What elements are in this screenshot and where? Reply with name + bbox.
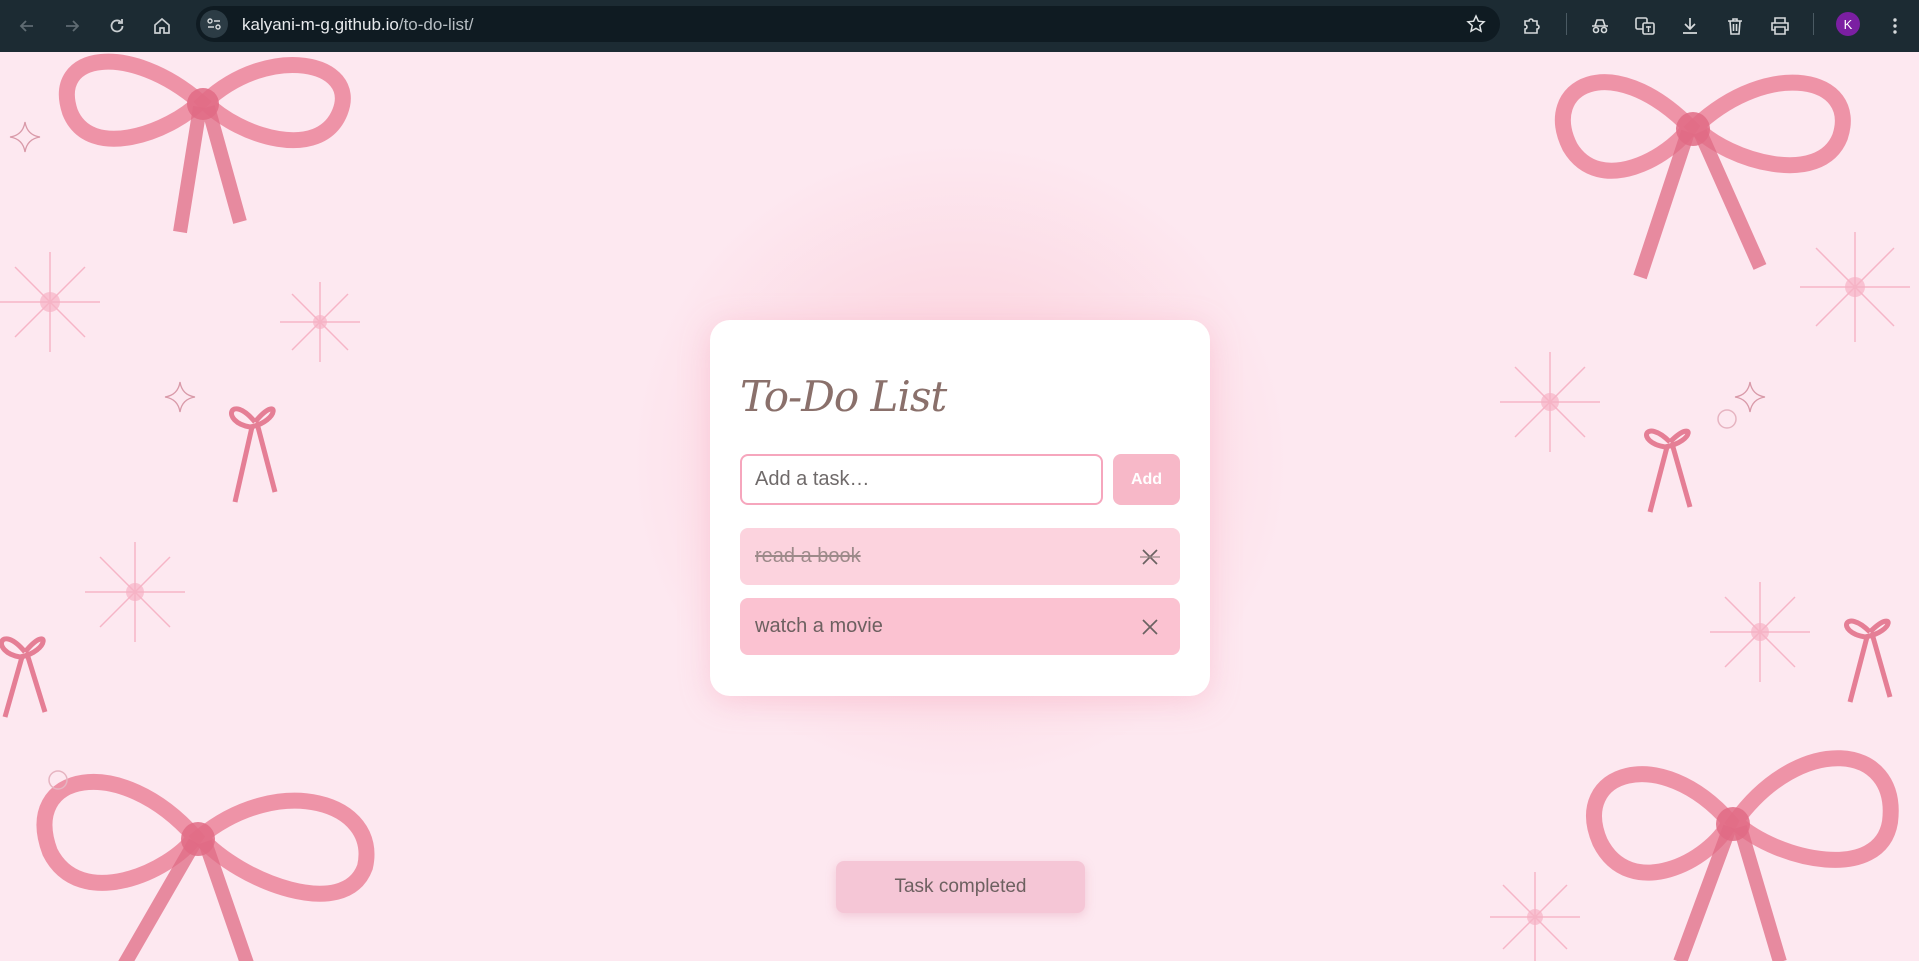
reload-icon <box>110 19 124 33</box>
toolbar-divider <box>1566 13 1567 35</box>
bow-bottom-right <box>1560 712 1919 961</box>
ribbon-icon <box>1644 428 1693 513</box>
sparkle-decoration <box>280 282 360 362</box>
page-title: To-Do List <box>740 372 947 421</box>
star-sparkle-icon <box>9 121 41 153</box>
circle-icon <box>1717 409 1737 429</box>
print-icon <box>1771 17 1789 35</box>
star-decoration <box>164 381 196 413</box>
url-host: kalyani-m-g.github.io <box>242 15 399 34</box>
ribbon-icon <box>1844 618 1893 703</box>
extensions-button[interactable] <box>1516 10 1548 42</box>
sparkle-icon <box>0 252 100 352</box>
extensions-icon <box>1524 18 1540 34</box>
circle-icon <box>48 770 68 790</box>
bow-top-left <box>10 52 380 242</box>
delete-task-button[interactable] <box>1140 617 1160 637</box>
star-decoration <box>1734 381 1766 413</box>
circle-decoration <box>46 768 70 792</box>
print-button[interactable] <box>1764 10 1796 42</box>
star-sparkle-icon <box>1734 381 1766 413</box>
add-task-button[interactable]: Add <box>1113 454 1180 505</box>
menu-button[interactable] <box>1879 10 1911 42</box>
translate-button[interactable] <box>1629 10 1661 42</box>
delete-button[interactable] <box>1719 10 1751 42</box>
sparkle-icon <box>1490 872 1580 961</box>
toast-notification: Task completed <box>836 861 1085 913</box>
close-icon <box>1142 619 1158 635</box>
sparkle-icon <box>1800 232 1910 342</box>
page-viewport: To-Do List Add read a book watch a movie… <box>0 52 1919 961</box>
ribbon-icon <box>0 636 48 718</box>
sparkle-icon <box>280 282 360 362</box>
site-info-button[interactable] <box>200 10 228 38</box>
bookmark-star-icon[interactable] <box>1466 14 1486 34</box>
todo-card: To-Do List Add read a book watch a movie <box>710 320 1210 696</box>
small-ribbon-left <box>220 382 290 512</box>
profile-avatar[interactable]: K <box>1836 12 1860 36</box>
forward-icon <box>66 20 80 32</box>
incognito-button[interactable] <box>1584 10 1616 42</box>
bow-bottom-left <box>0 732 400 961</box>
sparkle-icon <box>85 542 185 642</box>
sparkle-icon <box>1710 582 1810 682</box>
reload-button[interactable] <box>101 10 133 42</box>
home-icon <box>154 17 170 34</box>
sparkle-icon <box>1500 352 1600 452</box>
ribbon-bow-icon <box>36 773 375 961</box>
browser-toolbar: kalyani-m-g.github.io/to-do-list/ K <box>0 0 1919 52</box>
task-item-completed[interactable]: read a book <box>740 528 1180 585</box>
task-input[interactable] <box>740 454 1103 505</box>
back-icon <box>19 20 33 32</box>
sparkle-decoration <box>1500 352 1600 452</box>
star-sparkle-icon <box>164 381 196 413</box>
translate-icon <box>1635 17 1655 35</box>
sparkle-decoration <box>0 252 100 352</box>
star-decoration <box>9 121 41 153</box>
forward-button[interactable] <box>56 10 88 42</box>
ribbon-bow-icon <box>1586 750 1899 961</box>
download-button[interactable] <box>1674 10 1706 42</box>
circle-decoration <box>1715 407 1739 431</box>
delete-icon <box>1728 18 1742 35</box>
menu-icon <box>1893 18 1897 34</box>
site-info-icon <box>207 18 221 30</box>
close-icon <box>1140 549 1160 565</box>
task-item[interactable]: watch a movie <box>740 598 1180 655</box>
task-text: read a book <box>755 545 861 567</box>
home-button[interactable] <box>146 10 178 42</box>
download-icon <box>1683 18 1697 34</box>
delete-task-button[interactable] <box>1140 547 1160 567</box>
sparkle-decoration <box>1490 872 1580 961</box>
url-path: /to-do-list/ <box>398 15 474 34</box>
sparkle-decoration <box>85 542 185 642</box>
sparkle-decoration <box>1800 232 1910 342</box>
ribbon-bow-icon <box>58 53 351 234</box>
back-button[interactable] <box>11 10 43 42</box>
task-text: watch a movie <box>755 615 883 637</box>
incognito-icon <box>1592 19 1608 34</box>
small-ribbon-left-lower <box>0 612 60 722</box>
ribbon-icon <box>229 406 278 503</box>
small-ribbon-right-lower <box>1830 602 1910 712</box>
toolbar-divider <box>1813 13 1814 35</box>
address-bar[interactable]: kalyani-m-g.github.io/to-do-list/ <box>196 6 1500 42</box>
small-ribbon-right <box>1630 412 1710 522</box>
url-text[interactable]: kalyani-m-g.github.io/to-do-list/ <box>242 15 474 35</box>
sparkle-decoration <box>1710 582 1810 682</box>
